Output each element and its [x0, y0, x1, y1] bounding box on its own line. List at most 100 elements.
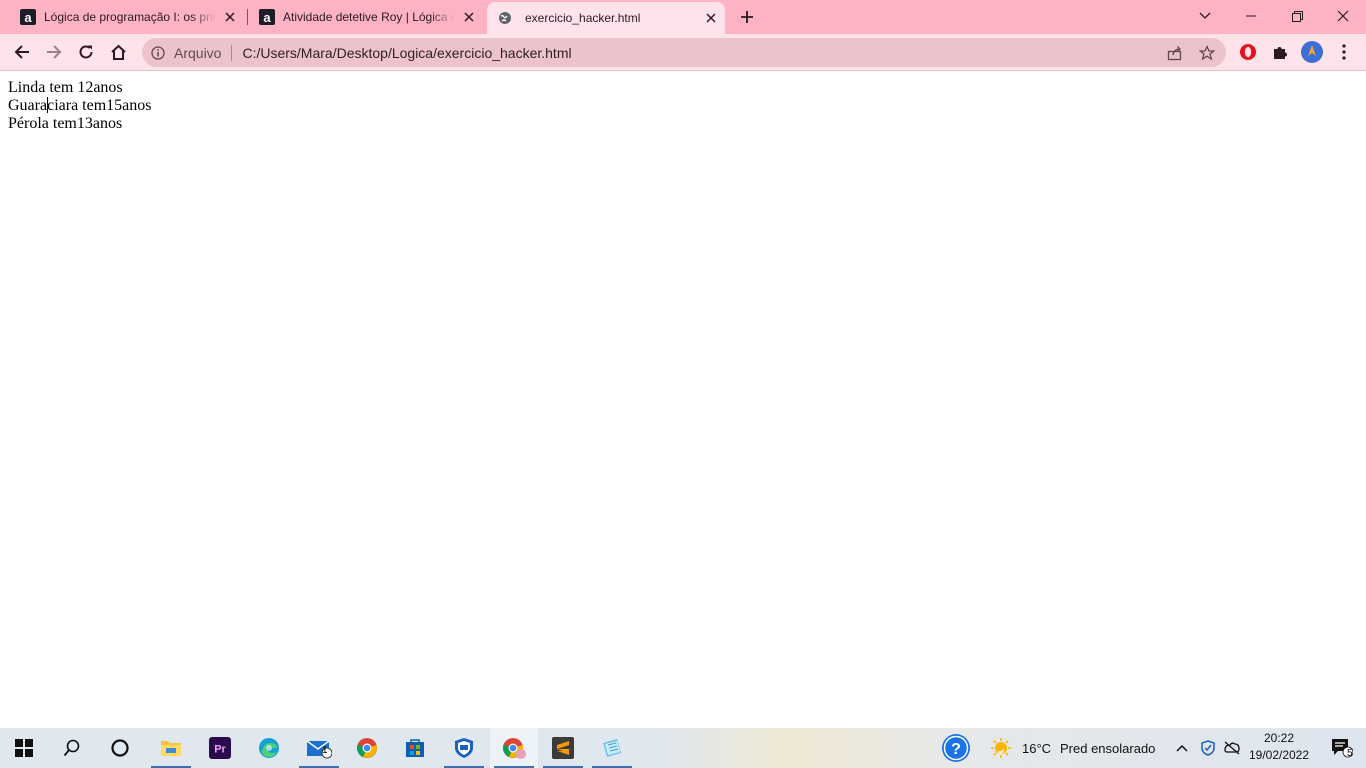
search-icon: [63, 739, 80, 757]
cortana-button[interactable]: [96, 728, 144, 768]
shield-icon: [1201, 740, 1215, 756]
svg-text:a: a: [263, 10, 271, 25]
security-tray-button[interactable]: [1196, 728, 1220, 768]
network-tray-button[interactable]: [1220, 728, 1244, 768]
kebab-menu-icon: [1342, 44, 1346, 60]
show-hidden-icons-button[interactable]: [1170, 728, 1194, 768]
microsoft-store-icon: [406, 739, 424, 757]
alura-a-icon: a: [259, 9, 275, 25]
defender-icon: [455, 738, 473, 758]
minimize-button[interactable]: [1228, 0, 1274, 32]
mail-icon: [306, 740, 332, 759]
chevron-up-icon: [1176, 744, 1188, 752]
forward-button[interactable]: [40, 38, 68, 66]
menu-button[interactable]: [1330, 38, 1358, 66]
output-line: Pérola tem13anos: [8, 115, 123, 132]
premiere-icon: Pr: [209, 737, 231, 759]
taskbar-chrome-profile[interactable]: [490, 728, 538, 768]
tab-label: Atividade detetive Roy | Lógica d: [283, 10, 455, 24]
address-bar[interactable]: Arquivo C:/Users/Mara/Desktop/Logica/exe…: [142, 38, 1226, 67]
tab-label: exercicio_hacker.html: [525, 11, 641, 25]
profile-button[interactable]: [1298, 38, 1326, 66]
system-clock[interactable]: 20:22 19/02/2022: [1244, 730, 1314, 764]
taskbar-premiere[interactable]: Pr: [196, 728, 244, 768]
url-text[interactable]: C:/Users/Mara/Desktop/Logica/exercicio_h…: [242, 45, 571, 61]
edge-icon: [259, 738, 279, 758]
new-tab-button[interactable]: [736, 6, 758, 28]
restore-button[interactable]: [1274, 0, 1320, 32]
windows-taskbar: Pr 1 ? 16°C Pred ensolarado 20:22 19/02/…: [0, 728, 1366, 768]
taskbar-defender[interactable]: [440, 728, 488, 768]
close-icon: [1337, 10, 1349, 22]
search-button[interactable]: [48, 728, 96, 768]
tab-strip: a Lógica de programação I: os prin a Ati…: [0, 0, 1366, 34]
plus-icon: [741, 11, 753, 23]
svg-text:a: a: [24, 10, 32, 25]
page-content: Linda tem 12anos Guaraciara tem15anos Pé…: [0, 71, 1366, 728]
taskbar-store[interactable]: [391, 728, 439, 768]
close-tab-icon[interactable]: [222, 9, 238, 25]
arrow-left-icon: [14, 45, 29, 59]
notepad-icon: [603, 739, 621, 757]
windows-start-icon: [15, 739, 33, 757]
tab-label: Lógica de programação I: os prin: [44, 10, 216, 24]
adblock-extension-icon: [1240, 44, 1256, 60]
extensions-button[interactable]: [1266, 38, 1294, 66]
no-internet-icon: [1224, 741, 1240, 755]
tab-separator: [247, 9, 248, 25]
close-window-button[interactable]: [1320, 0, 1366, 32]
clock-date: 19/02/2022: [1248, 748, 1310, 762]
file-explorer-icon: [161, 741, 181, 756]
svg-text:?: ?: [951, 741, 961, 758]
omnibox-divider: [231, 44, 233, 61]
taskbar-mail[interactable]: 1: [295, 728, 343, 768]
avatar: [1301, 41, 1323, 63]
arrow-right-icon: [47, 45, 62, 59]
restore-icon: [1291, 10, 1303, 22]
reload-icon: [79, 45, 93, 59]
bookmark-star-icon[interactable]: [1198, 44, 1216, 62]
output-line: Guaraciara tem15anos: [8, 97, 152, 114]
weather-sun-icon: [991, 738, 1011, 758]
tab-atividade-detetive[interactable]: a Atividade detetive Roy | Lógica d: [251, 0, 481, 34]
taskbar-sublime[interactable]: [539, 728, 587, 768]
chrome-profile-icon: [503, 738, 526, 759]
back-button[interactable]: [8, 38, 36, 66]
tab-search-button[interactable]: [1182, 0, 1228, 32]
close-tab-icon[interactable]: [461, 9, 477, 25]
taskbar-file-explorer[interactable]: [147, 728, 195, 768]
puzzle-icon: [1274, 47, 1287, 59]
close-tab-icon[interactable]: [703, 10, 719, 26]
svg-text:Pr: Pr: [214, 744, 226, 756]
weather-button[interactable]: [986, 728, 1016, 768]
output-line: Linda tem 12anos: [8, 79, 123, 96]
share-icon[interactable]: [1166, 44, 1184, 62]
taskbar-chrome[interactable]: [343, 728, 391, 768]
tab-logica-programacao[interactable]: a Lógica de programação I: os prin: [12, 0, 242, 34]
alura-a-icon: a: [20, 9, 36, 25]
sublime-text-icon: [552, 737, 574, 759]
reload-button[interactable]: [72, 38, 100, 66]
browser-toolbar: Arquivo C:/Users/Mara/Desktop/Logica/exe…: [0, 34, 1366, 71]
mail-badge: 1: [322, 745, 328, 756]
weather-temperature[interactable]: 16°C: [1022, 741, 1051, 756]
cortana-icon: [111, 739, 129, 757]
start-button[interactable]: [0, 728, 48, 768]
home-button[interactable]: [104, 38, 132, 66]
tab-exercicio-hacker[interactable]: exercicio_hacker.html: [487, 2, 725, 34]
output-lines: Linda tem 12anos Guaraciara tem15anos Pé…: [8, 79, 152, 133]
chrome-icon: [357, 738, 377, 758]
action-center-button[interactable]: 5: [1318, 728, 1366, 768]
weather-condition[interactable]: Pred ensolarado: [1060, 741, 1155, 756]
info-icon[interactable]: [150, 45, 166, 61]
help-icon: ?: [942, 734, 970, 762]
chevron-down-icon: [1199, 12, 1211, 19]
taskbar-notepad[interactable]: [588, 728, 636, 768]
clock-time: 20:22: [1263, 731, 1295, 745]
minimize-icon: [1246, 15, 1256, 17]
taskbar-edge[interactable]: [245, 728, 293, 768]
home-icon: [110, 44, 126, 60]
help-button[interactable]: ?: [932, 728, 980, 768]
notifications-badge: 5: [1347, 748, 1353, 759]
opera-extension-button[interactable]: [1234, 38, 1262, 66]
